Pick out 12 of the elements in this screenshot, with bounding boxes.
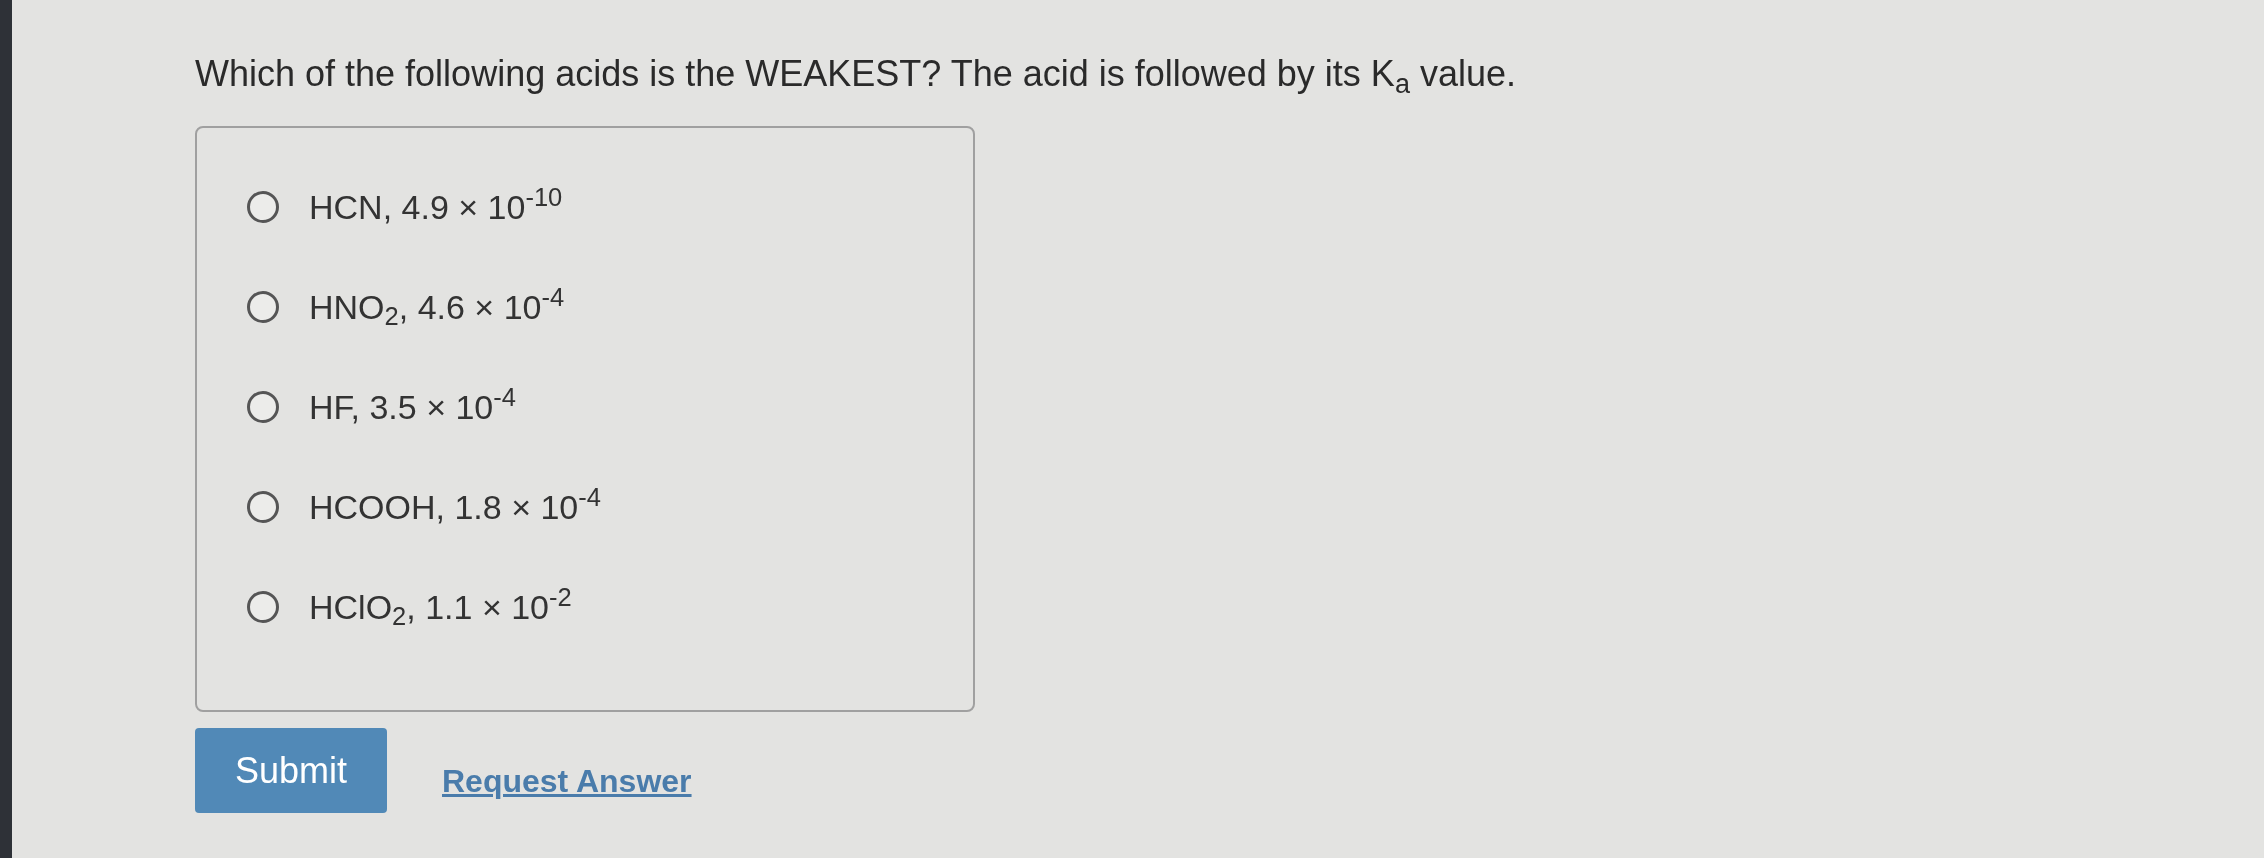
radio-button[interactable] [247,191,279,223]
option-label[interactable]: HCN, 4.9 × 10$^{-10}$ [309,186,563,228]
option-label[interactable]: HNO$_{2}$, 4.6 × 10$^{-4}$ [309,286,565,328]
question-text: Which of the following acids is the WEAKEST? The acid is followed by its K$_{a}$ value. [195,52,1516,96]
radio-button[interactable] [247,291,279,323]
radio-button[interactable] [247,491,279,523]
option-label[interactable]: HCOOH, 1.8 × 10$^{-4}$ [309,486,601,528]
option-label[interactable]: HClO$_{2}$, 1.1 × 10$^{-2}$ [309,586,572,628]
radio-button[interactable] [247,391,279,423]
submit-button[interactable]: Submit [195,728,387,813]
option-label[interactable]: HF, 3.5 × 10$^{-4}$ [309,386,516,428]
radio-button[interactable] [247,591,279,623]
